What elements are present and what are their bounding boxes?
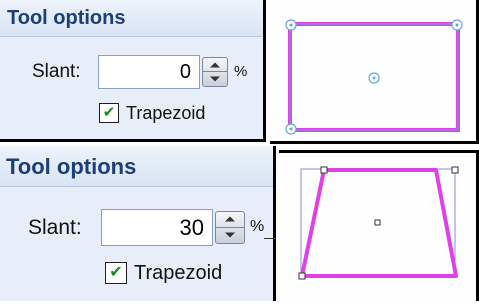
slant-label: Slant: [32,61,81,82]
percent-unit: % [234,63,248,80]
spin-up-button[interactable] [203,58,227,72]
tool-options-panel-top: Tool options Slant: 0 % ✔ Trapezoid [0,0,266,142]
tool-options-panel-bottom: Tool options Slant: 30 % ✔ Trapezoid [0,146,276,301]
corner-handle-icon [298,272,306,280]
corner-handle-icon [451,166,459,174]
trapezoid-label: Trapezoid [126,103,206,123]
panel-title: Tool options [0,146,273,187]
canvas-preview-top [270,0,479,144]
slant-input[interactable]: 0 [98,55,200,89]
down-arrow-icon [225,232,235,238]
rectangle-shape-preview [270,0,476,141]
slant-spinner[interactable] [202,57,228,87]
corner-handle-icon [320,166,328,174]
trapezoid-shape-preview [279,153,476,301]
slant-label: Slant: [28,216,82,239]
trapezoid-checkbox[interactable]: ✔ [99,103,119,123]
separator-line [264,238,276,239]
slant-input[interactable]: 30 [101,209,213,246]
canvas-preview-bottom [279,150,479,301]
center-handle-icon [374,219,381,226]
spin-down-button[interactable] [216,228,244,244]
trapezoid-checkbox[interactable]: ✔ [105,262,127,284]
spin-up-button[interactable] [216,212,244,228]
spin-down-button[interactable] [203,72,227,86]
trapezoid-label: Trapezoid [134,262,223,284]
slant-spinner[interactable] [215,211,245,244]
up-arrow-icon [225,216,235,222]
up-arrow-icon [210,62,220,67]
panel-title: Tool options [0,0,263,37]
down-arrow-icon [210,76,220,82]
percent-unit: % [250,218,265,235]
